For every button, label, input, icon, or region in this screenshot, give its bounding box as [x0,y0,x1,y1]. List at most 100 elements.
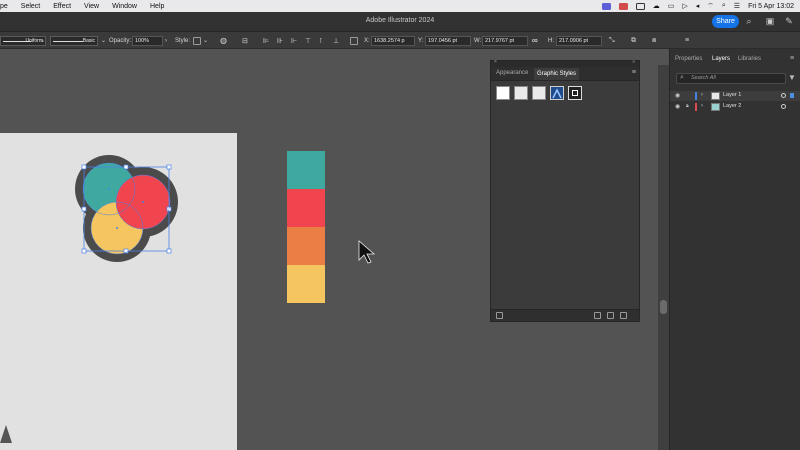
play-icon[interactable]: ▷ [682,2,687,10]
collapse-icon[interactable]: » [632,59,635,65]
align-to-icon[interactable]: ⊟ [242,32,248,49]
align-top-icon[interactable]: ⊤ [305,32,311,49]
filter-icon[interactable]: ▼ [788,73,796,82]
graphic-style-frame[interactable] [568,86,582,100]
target-icon[interactable] [781,104,786,109]
menu-item-window[interactable]: Window [112,3,137,10]
align-bottom-icon[interactable]: ⊥ [333,32,339,49]
x-input[interactable]: 1638.2574 p [371,36,415,46]
align-right-icon[interactable]: ⊩ [291,32,297,49]
app-title: Adobe Illustrator 2024 [365,17,435,24]
layer-row[interactable]: ◉ › Layer 1 [670,91,800,101]
x-label: X: [364,37,370,44]
y-input[interactable]: 197.0456 pt [425,36,471,46]
center-point [142,201,144,203]
tab-properties[interactable]: Properties [675,56,702,62]
close-icon[interactable]: × [494,59,497,65]
arrange-icon[interactable]: ⧈ [652,32,656,49]
graphic-style-rounded[interactable] [532,86,546,100]
opacity-input[interactable]: 100% [132,36,163,46]
menu-item-help[interactable]: Help [150,3,164,10]
align-left-icon[interactable]: ⊫ [263,32,269,49]
swatch-red[interactable] [287,189,325,227]
chevron-right-icon[interactable]: › [701,92,703,98]
workspace-icon[interactable]: ✎ [784,16,794,26]
control-bar: Uniform ⌄ Basic ⌄ Opacity: 100% › Style:… [0,32,800,49]
w-input[interactable]: 217.9767 pt [482,36,528,46]
graphic-style-default[interactable] [496,86,510,100]
chevron-right-icon[interactable]: › [701,103,703,109]
chevron-down-icon[interactable]: ⌄ [101,32,106,49]
menu-item-type[interactable]: pe [0,3,8,10]
swatch-orange[interactable] [287,227,325,265]
brush-value: Basic [82,38,95,44]
brush-dropdown[interactable]: Basic [50,36,98,46]
tab-appearance[interactable]: Appearance [496,70,528,76]
app-title-bar: Adobe Illustrator 2024 [0,12,800,32]
battery-icon[interactable]: ▭ [668,2,675,10]
partial-shape [0,425,12,443]
control-center-icon[interactable]: ☰ [734,2,740,10]
date-time[interactable]: Fri 5 Apr 13:02 [748,3,794,10]
menu-bar-status-area: ☁ ▭ ▷ ◂ ⌔ ⌕ ☰ Fri 5 Apr 13:02 [601,0,794,12]
search-icon: ⌕ [680,74,684,81]
selection-indicator[interactable] [790,93,794,98]
layer-row[interactable]: ◉ 🔒︎ › Layer 2 [670,102,800,112]
chevron-down-icon[interactable]: ⌄ [40,32,45,49]
arrange-documents-icon[interactable]: ▣ [765,16,775,26]
layer-name[interactable]: Layer 1 [723,92,741,98]
tab-libraries[interactable]: Libraries [738,56,761,62]
scrollbar-thumb[interactable] [660,300,667,314]
chevron-right-icon[interactable]: › [165,32,167,49]
menu-bar: pe Select Effect View Window Help ☁ ▭ ▷ … [0,0,800,12]
style-swatch[interactable] [193,37,201,45]
swatch-teal[interactable] [287,151,325,189]
app-status-icon[interactable] [618,2,628,10]
graphic-style-shadow[interactable] [514,86,528,100]
layers-search-input[interactable]: ⌕ Search All [676,73,786,84]
panel-menu-icon[interactable]: ≡ [685,32,689,49]
menu-item-view[interactable]: View [84,3,99,10]
visibility-eye-icon[interactable]: ◉ [675,92,680,99]
layer-name[interactable]: Layer 2 [723,103,741,109]
recolor-artwork-icon[interactable]: ◍ [220,32,227,49]
tab-graphic-styles[interactable]: Graphic Styles [534,68,580,80]
creative-cloud-icon[interactable]: ☁ [653,2,660,10]
tab-layers[interactable]: Layers [712,56,730,62]
overlapping-circles-artwork[interactable] [70,155,185,265]
break-link-icon[interactable] [594,312,601,319]
constrain-proportions-icon[interactable]: ∞ [532,32,538,49]
delete-icon[interactable] [620,312,627,319]
transform-icon[interactable]: ⤡ [609,32,615,49]
wifi-icon[interactable]: ⌔ [707,2,714,11]
screen-record-icon[interactable] [601,2,611,10]
screen-mirror-icon[interactable] [635,2,645,10]
canvas-scrollbar[interactable] [658,65,669,450]
transform-reference-icon[interactable] [350,37,358,45]
align-middle-icon[interactable]: ⊺ [319,32,323,49]
search-icon[interactable]: ⌕ [722,2,726,10]
visibility-eye-icon[interactable]: ◉ [675,103,680,110]
chevron-down-icon[interactable]: ⌄ [203,32,208,49]
layer-thumbnail [711,92,720,100]
lock-icon[interactable]: 🔒︎ [686,103,689,109]
new-style-icon[interactable] [607,312,614,319]
h-input[interactable]: 217.0906 pt [556,36,602,46]
isolate-group-icon[interactable]: ⧉ [631,32,636,49]
menu-item-effect[interactable]: Effect [53,3,71,10]
libraries-menu-icon[interactable] [496,312,503,319]
graphic-styles-panel: × » Appearance Graphic Styles ≡ [490,59,640,322]
panel-menu-icon[interactable]: ≡ [790,55,794,62]
align-center-icon[interactable]: ⊪ [277,32,283,49]
center-point [108,188,110,190]
selection-handle [81,206,87,212]
menu-item-select[interactable]: Select [21,3,40,10]
graphic-style-selected[interactable] [550,86,564,100]
share-button[interactable]: Share [712,15,739,28]
center-point [116,227,118,229]
swatch-yellow[interactable] [287,265,325,303]
panel-menu-icon[interactable]: ≡ [632,69,636,76]
search-icon[interactable]: ⌕ [744,16,754,26]
volume-icon[interactable]: ◂ [696,2,700,10]
target-icon[interactable] [781,93,786,98]
